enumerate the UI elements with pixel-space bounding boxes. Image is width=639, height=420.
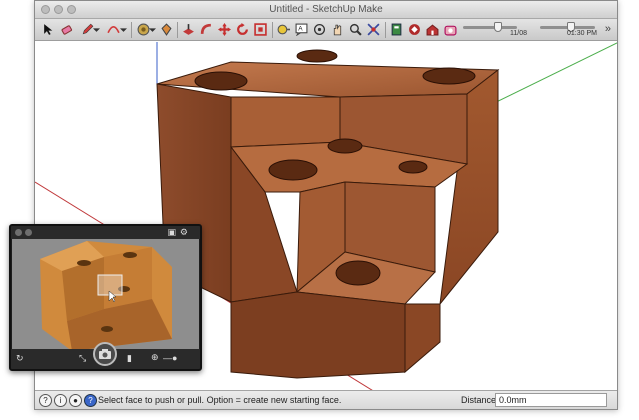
hole-lower	[335, 260, 381, 286]
dropdown-arrow-icon[interactable]	[120, 22, 127, 37]
measurement-label: Distance	[461, 395, 497, 405]
toolbar-separator	[272, 22, 273, 38]
record-icon[interactable]: ▮	[127, 354, 132, 363]
measurement-field[interactable]: 0.0mm	[495, 393, 607, 407]
camera-overlay-window: ▣ ⚙ ↻ ⤡ ▮ ⊕ —●	[9, 224, 202, 371]
section-plane-icon[interactable]	[389, 22, 404, 37]
help-icon[interactable]: ?	[84, 394, 97, 407]
overlay-minimize-button[interactable]	[25, 229, 32, 236]
extension-icon[interactable]	[443, 22, 458, 37]
push-pull-icon[interactable]	[181, 22, 196, 37]
resize-icon[interactable]: ⤡	[79, 354, 86, 363]
hole-top-left	[194, 71, 248, 91]
tape-measure-icon[interactable]	[276, 22, 291, 37]
arc-tool-icon[interactable]	[106, 22, 121, 37]
zoom-extents-icon[interactable]	[366, 22, 381, 37]
hole-top-middle	[296, 49, 338, 63]
warehouse-icon[interactable]	[425, 22, 440, 37]
components-icon[interactable]	[407, 22, 422, 37]
toolbar-separator	[131, 22, 132, 38]
offset-tool-icon[interactable]	[253, 22, 268, 37]
overlay-settings-icon[interactable]: ⚙	[180, 228, 188, 237]
camera-capture-button[interactable]	[93, 342, 117, 366]
rotate-camera-icon[interactable]: ↻	[16, 354, 24, 363]
status-bar: ? i ● ? Select face to push or pull. Opt…	[35, 390, 617, 409]
crosshair-icon[interactable]: ⊕	[151, 353, 159, 362]
select-tool-icon[interactable]	[41, 22, 56, 37]
overlay-close-button[interactable]	[15, 229, 22, 236]
upper-step-back-wall	[230, 96, 341, 148]
date-label: 11/08	[510, 30, 527, 37]
overlay-scene	[12, 239, 199, 354]
paint-bucket-icon[interactable]	[159, 22, 174, 37]
status-hint: Select face to push or pull. Option = cr…	[98, 395, 342, 405]
hole-middle-left	[268, 159, 318, 181]
credits-icon[interactable]: i	[54, 394, 67, 407]
geo-location-icon[interactable]: ?	[39, 394, 52, 407]
toolbar-overflow-icon[interactable]: »	[605, 23, 611, 35]
camera-icon	[99, 349, 111, 359]
rotate-tool-icon[interactable]	[235, 22, 250, 37]
hole-middle-right	[398, 160, 428, 174]
date-slider-track[interactable]	[463, 26, 517, 29]
overlay-preview[interactable]	[12, 239, 199, 354]
toolbar-separator	[385, 22, 386, 38]
zoom-icon[interactable]	[348, 22, 363, 37]
block-front-base	[230, 291, 406, 379]
user-account-icon[interactable]: ●	[69, 394, 82, 407]
title-bar: Untitled - SketchUp Make	[35, 1, 617, 19]
date-slider-thumb[interactable]	[494, 22, 502, 32]
overlay-layout-icon[interactable]: ▣	[167, 228, 176, 237]
hole-top-right	[422, 67, 476, 85]
text-tool-icon[interactable]: A	[294, 22, 309, 37]
main-toolbar: A 11/08 01:30 PM »	[35, 19, 617, 41]
orbit-icon[interactable]	[312, 22, 327, 37]
eraser-tool-icon[interactable]	[59, 22, 74, 37]
move-tool-icon[interactable]	[217, 22, 232, 37]
dropdown-arrow-icon[interactable]	[93, 22, 100, 37]
svg-text:A: A	[298, 26, 303, 33]
overlay-title-bar: ▣ ⚙	[11, 226, 200, 239]
hole-middle-center	[327, 138, 363, 154]
follow-me-icon[interactable]	[199, 22, 214, 37]
block-base-right	[404, 303, 441, 374]
window-title: Untitled - SketchUp Make	[269, 4, 383, 15]
pan-icon[interactable]	[330, 22, 345, 37]
toolbar-separator	[177, 22, 178, 38]
time-label: 01:30 PM	[567, 30, 597, 37]
dropdown-arrow-icon[interactable]	[149, 22, 156, 37]
volume-slider[interactable]: —●	[163, 354, 177, 363]
